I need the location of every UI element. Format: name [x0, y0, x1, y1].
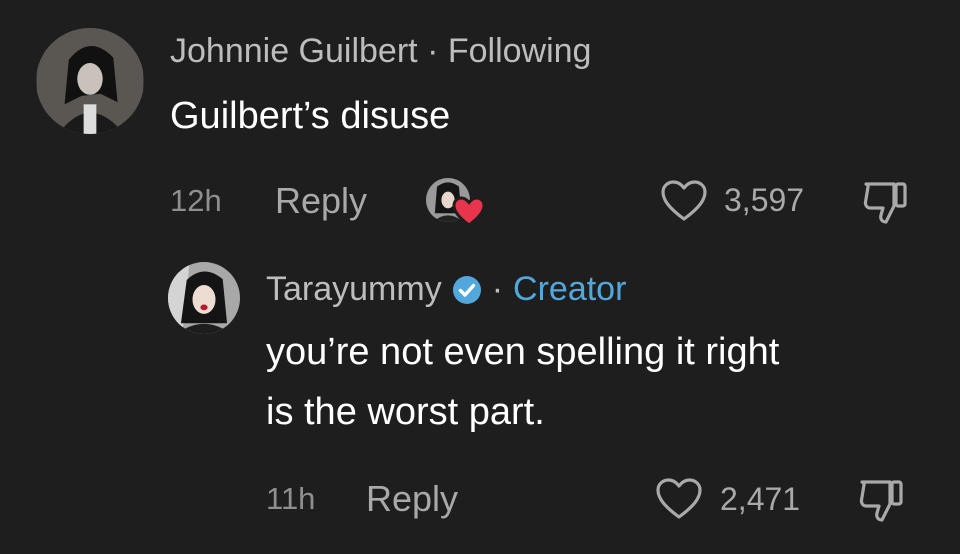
reply-author-avatar[interactable]	[168, 262, 240, 334]
thumbs-down-icon[interactable]	[856, 476, 908, 524]
verified-check-icon	[452, 275, 482, 305]
reply-timestamp: 11h	[266, 481, 316, 516]
heart-outline-icon[interactable]	[660, 179, 708, 223]
reply-body-line-1: you’re not even spelling it right	[266, 331, 780, 373]
comment-like-count: 3,597	[724, 182, 805, 218]
creator-badge: Creator	[513, 270, 627, 308]
comment-body: Guilbert’s disuse	[170, 95, 451, 137]
header-separator: ·	[427, 32, 439, 70]
reply-body-line-2: is the worst part.	[266, 391, 545, 433]
reply-reply-button[interactable]: Reply	[366, 478, 458, 520]
reply-like-count: 2,471	[720, 481, 801, 517]
heart-outline-icon[interactable]	[655, 477, 703, 521]
comment-header: Johnnie Guilbert · Following	[170, 32, 591, 71]
creator-liked-indicator	[426, 178, 486, 228]
comment-reply-button[interactable]: Reply	[275, 180, 367, 222]
reply-author-name[interactable]: Tarayummy	[266, 270, 442, 309]
follow-status[interactable]: Following	[448, 32, 592, 70]
reply-header-separator: ·	[491, 270, 504, 308]
comment-timestamp: 12h	[170, 183, 222, 218]
reply-body: you’re not even spelling it right is the…	[266, 322, 779, 442]
thumbs-down-icon[interactable]	[860, 178, 912, 226]
commenter-avatar[interactable]	[36, 28, 144, 134]
reply-header: Tarayummy · Creator	[266, 270, 626, 309]
comment-author-name[interactable]: Johnnie Guilbert	[170, 32, 418, 70]
heart-filled-icon	[452, 196, 486, 228]
